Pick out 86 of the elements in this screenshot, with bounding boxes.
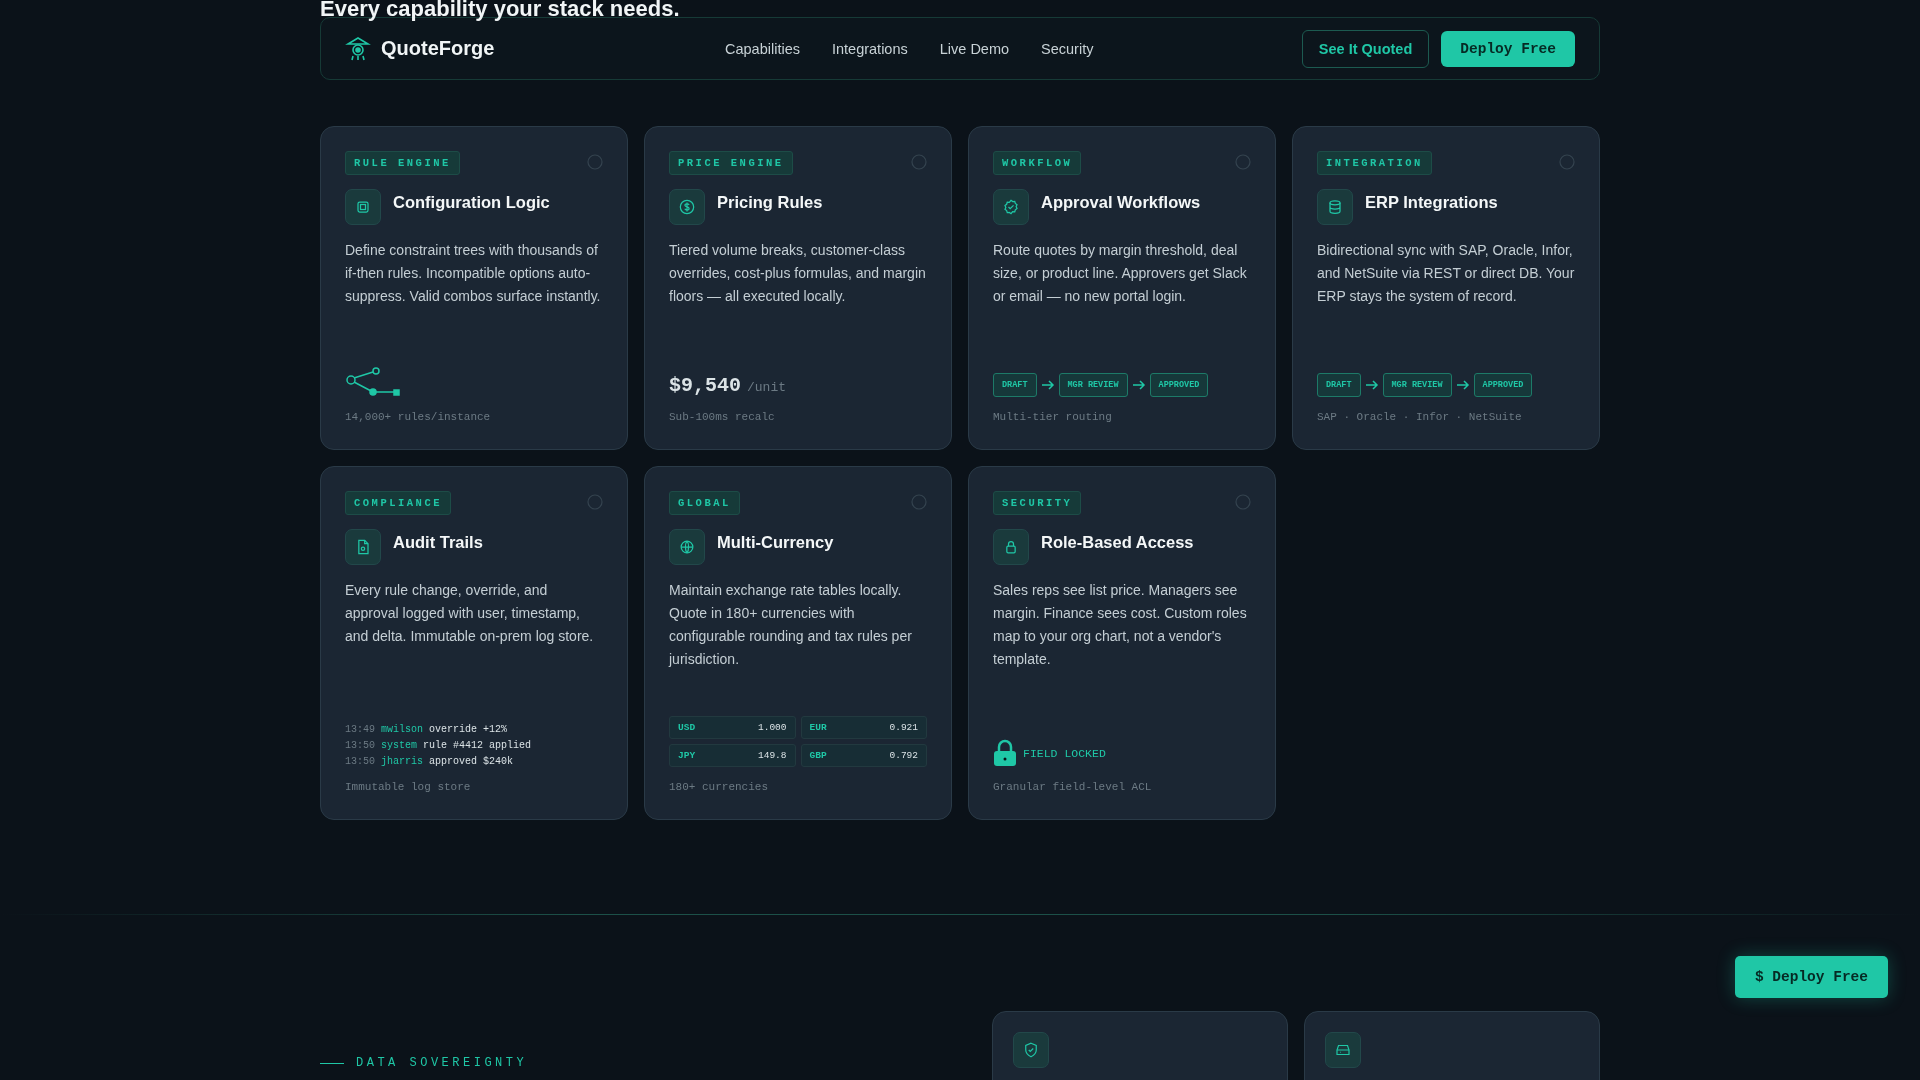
feature-icon: [1317, 189, 1353, 225]
lock-status: FIELD LOCKED: [1023, 746, 1106, 760]
card-title: Pricing Rules: [717, 193, 823, 212]
arrow-icon: [1131, 380, 1146, 390]
log-action: rule #4412 applied: [423, 740, 532, 751]
feature-icon: [669, 189, 705, 225]
circle-icon: [587, 494, 603, 510]
feature-icon: [993, 529, 1029, 565]
card-title: Approval Workflows: [1041, 193, 1201, 212]
section-eyebrow: DATA SOVEREIGNTY: [356, 1056, 528, 1070]
price-unit: /unit: [747, 380, 787, 395]
exchange-rate: 149.8: [758, 750, 787, 761]
workflow-step: APPROVED: [1473, 373, 1533, 397]
shield-icon: [1013, 1032, 1049, 1068]
nav-link[interactable]: Security: [1041, 40, 1094, 57]
circle-icon: [1235, 494, 1251, 510]
currency-code: USD: [678, 722, 696, 733]
price-value: $9,540: [669, 374, 741, 397]
card-description: Bidirectional sync with SAP, Oracle, Infor, and NetSuite via REST or direct DB. Your ERP stays the system of record.: [1317, 241, 1575, 306]
exchange-rate: 0.921: [889, 722, 918, 733]
nav-link[interactable]: Capabilities: [725, 40, 800, 57]
card-caption: SAP · Oracle · Infor · NetSuite: [1317, 411, 1523, 423]
card-description: Route quotes by margin threshold, deal size, or product line. Approvers get Slack or email — no new portal login.: [993, 241, 1248, 306]
nav-link[interactable]: Live Demo: [939, 40, 1010, 57]
exchange-rate: 0.792: [889, 750, 918, 761]
card-caption: 180+ currencies: [669, 781, 770, 793]
circle-icon: [1235, 154, 1251, 170]
log-user: system: [381, 740, 418, 751]
feature-icon: [669, 529, 705, 565]
workflow-step: MGR REVIEW: [1058, 373, 1128, 397]
category-tag: WORKFLOW: [993, 151, 1082, 175]
category-tag: RULE ENGINE: [345, 151, 460, 175]
circle-icon: [911, 154, 927, 170]
category-tag: COMPLIANCE: [345, 491, 451, 515]
log-time: 13:50: [345, 740, 375, 751]
server-icon: [1325, 1032, 1361, 1068]
log-user: jharris: [381, 756, 424, 767]
card-description: Every rule change, override, and approval logged with user, timestamp, and delta. Immutable on-prem log store.: [345, 581, 595, 646]
log-time: 13:50: [345, 756, 375, 767]
currency-code: EUR: [809, 722, 827, 733]
quote-button[interactable]: See It Quoted: [1301, 29, 1430, 68]
arrow-icon: [1364, 380, 1379, 390]
card-caption: Multi-tier routing: [993, 411, 1113, 423]
card-description: Sales reps see list price. Managers see margin. Finance sees cost. Custom roles map to your org chart, not a vendor's template.: [993, 581, 1248, 669]
card-description: Define constraint trees with thousands of if-then rules. Incompatible options auto-suppress. Valid combos surface instantly.: [345, 241, 602, 306]
card-title: Configuration Logic: [393, 193, 550, 212]
log-action: approved $240k: [429, 756, 514, 767]
workflow-step: DRAFT: [1317, 373, 1361, 397]
padlock-icon: [993, 739, 1017, 767]
log-user: mwilson: [381, 724, 424, 735]
category-tag: INTEGRATION: [1317, 151, 1432, 175]
logo-icon: [345, 35, 371, 62]
card-description: Maintain exchange rate tables locally. Quote in 180+ currencies with configurable rounding and tax rules per jurisdiction.: [669, 581, 913, 669]
card-caption: Sub-100ms recalc: [669, 411, 776, 423]
arrow-icon: [1455, 380, 1470, 390]
workflow-step: APPROVED: [1149, 373, 1209, 397]
tree-diagram-drawing: [345, 367, 401, 397]
brand-name: QuoteForge: [381, 37, 495, 60]
card-title: Multi-Currency: [717, 533, 834, 552]
workflow-step: DRAFT: [993, 373, 1037, 397]
circle-icon: [587, 154, 603, 170]
circle-icon: [911, 494, 927, 510]
card-description: Tiered volume breaks, customer-class overrides, cost-plus formulas, and margin floors — all executed locally.: [669, 241, 927, 306]
category-tag: GLOBAL: [669, 491, 740, 515]
deploy-button[interactable]: $ Deploy Free: [1734, 956, 1888, 998]
workflow-step: MGR REVIEW: [1382, 373, 1452, 397]
card-title: ERP Integrations: [1365, 193, 1498, 212]
card-title: Role-Based Access: [1041, 533, 1194, 552]
feature-icon: [345, 189, 381, 225]
category-tag: SECURITY: [993, 491, 1082, 515]
feature-icon: [993, 189, 1029, 225]
nav-link[interactable]: Integrations: [831, 40, 908, 57]
card-title: Audit Trails: [393, 533, 483, 552]
log-action: override +12%: [429, 724, 508, 735]
exchange-rate: 1.000: [758, 722, 787, 733]
deploy-button[interactable]: Deploy Free: [1441, 30, 1575, 67]
currency-code: JPY: [678, 750, 696, 761]
card-caption: 14,000+ rules/instance: [345, 411, 492, 423]
category-tag: PRICE ENGINE: [669, 151, 793, 175]
log-time: 13:49: [345, 724, 375, 735]
card-caption: Granular field-level ACL: [993, 781, 1153, 793]
card-caption: Immutable log store: [345, 781, 472, 793]
currency-code: GBP: [809, 750, 827, 761]
arrow-icon: [1040, 380, 1055, 390]
feature-icon: [345, 529, 381, 565]
circle-icon: [1559, 154, 1575, 170]
